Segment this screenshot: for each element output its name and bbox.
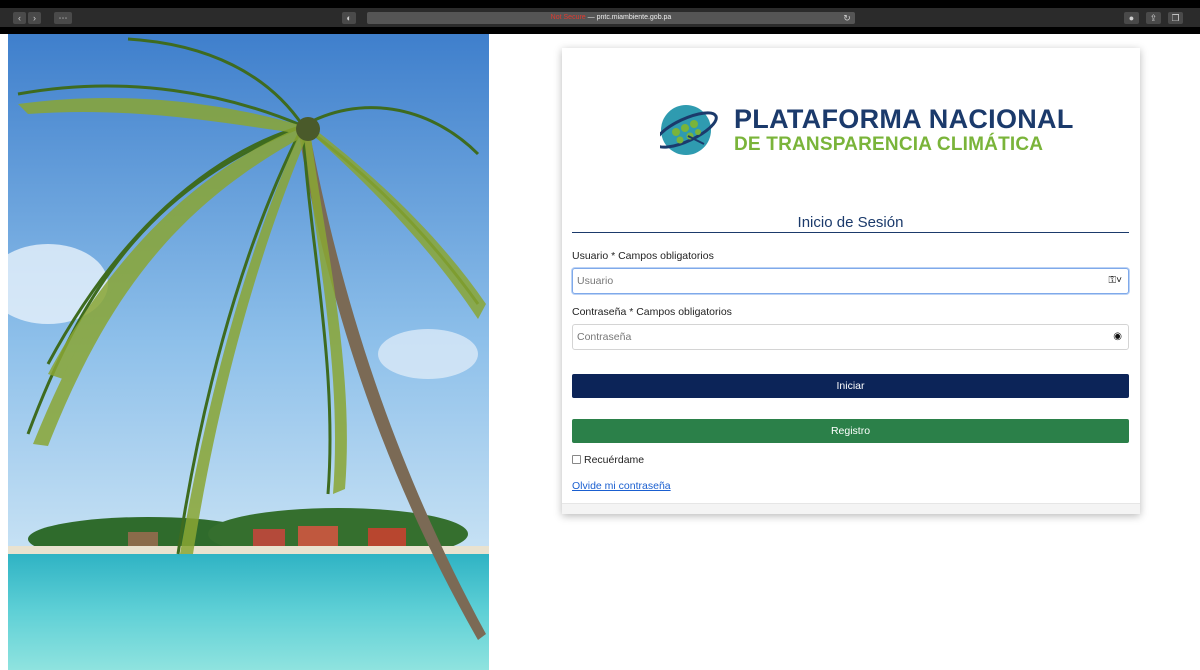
palm-beach-image [8,34,489,670]
login-card: PLATAFORMA NACIONAL DE TRANSPARENCIA CLI… [562,48,1140,514]
key-icon[interactable]: ⚿˅ [1109,275,1122,286]
shield-icon[interactable]: ◐ [342,12,356,24]
tabs-icon[interactable]: ❐ [1168,12,1183,24]
grid-icon[interactable]: ⋯ [54,12,72,24]
back-icon[interactable]: ‹ [13,12,26,24]
logo-title: PLATAFORMA NACIONAL [734,104,1074,134]
reload-icon[interactable]: ↻ [842,12,852,24]
not-secure-label: Not Secure [550,14,586,21]
login-button[interactable]: Iniciar [572,374,1129,398]
url-host: — pntc.miambiente.gob.pa [587,14,672,21]
username-input[interactable] [573,269,1093,293]
username-label: Usuario * Campos obligatorios [572,250,714,262]
eye-icon[interactable]: ◉ [1113,331,1122,342]
password-label: Contraseña * Campos obligatorios [572,306,732,318]
form-title: Inicio de Sesión [797,214,904,231]
username-field[interactable]: ⚿˅ [572,268,1129,294]
logo-subtitle: DE TRANSPARENCIA CLIMÁTICA [734,134,1044,155]
title-divider [572,232,1129,233]
beach-photo [8,34,489,670]
share-icon[interactable]: ⇪ [1146,12,1161,24]
remember-checkbox[interactable] [572,455,581,464]
download-icon[interactable]: ● [1124,12,1139,24]
register-button[interactable]: Registro [572,419,1129,443]
forgot-password-link[interactable]: Olvide mi contraseña [572,480,671,492]
card-footer [562,503,1140,514]
remember-label: Recuérdame [584,454,645,466]
address-bar[interactable]: Not Secure — pntc.miambiente.gob.pa [367,12,855,24]
password-field[interactable]: ◉ [572,324,1129,350]
password-input[interactable] [573,325,1093,349]
remember-me[interactable]: Recuérdame [572,454,644,466]
forward-icon[interactable]: › [28,12,41,24]
browser-toolbar: ‹ › ⋯ ◐ Not Secure — pntc.miambiente.gob… [0,0,1200,34]
